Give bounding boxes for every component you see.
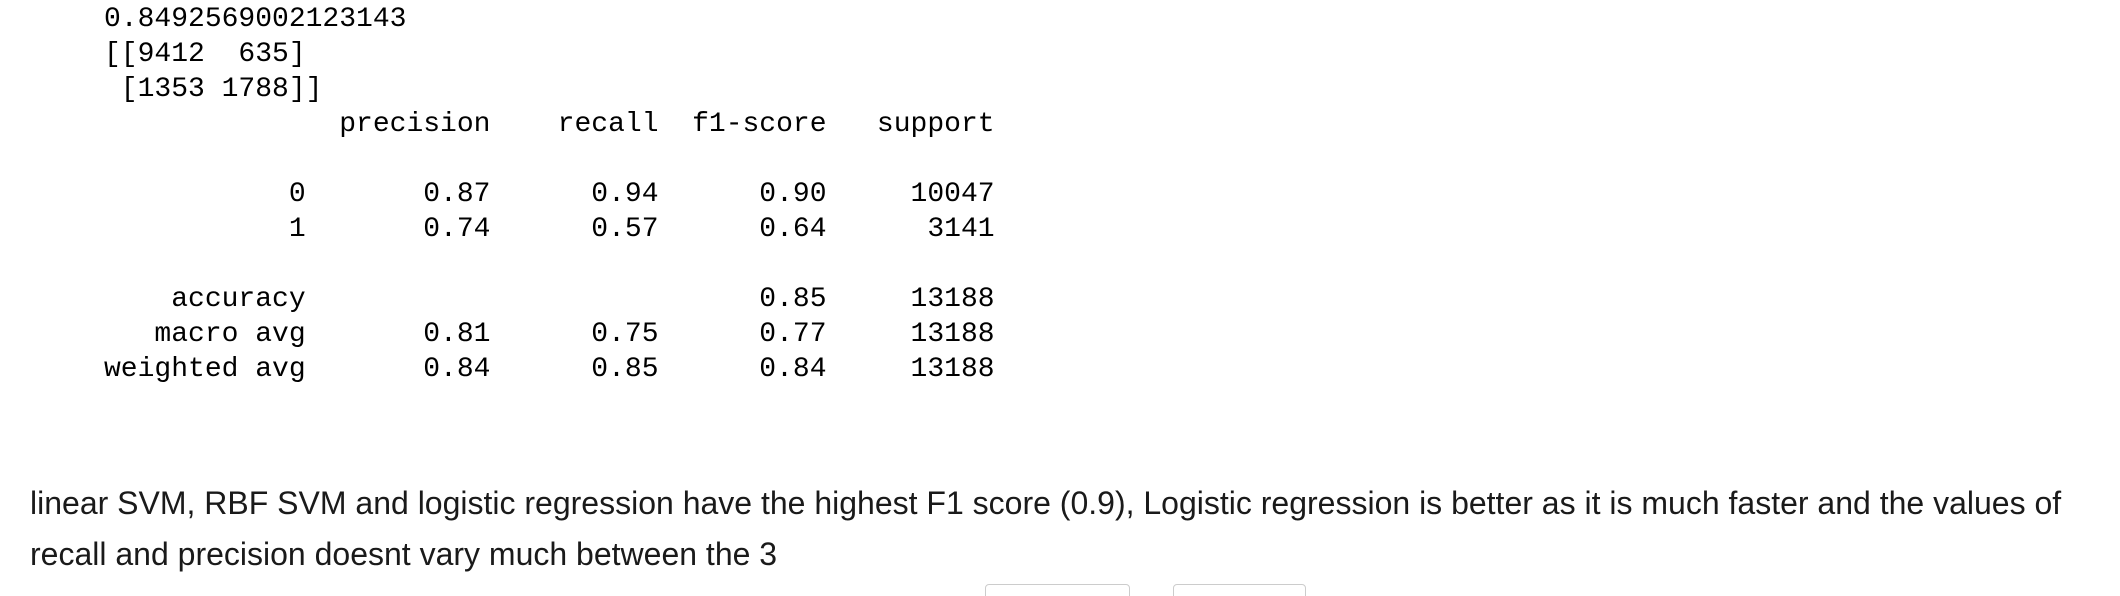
markdown-paragraph: linear SVM, RBF SVM and logistic regress… [30, 485, 2062, 572]
output-line-class-0: 0 0.87 0.94 0.90 10047 [104, 179, 995, 210]
partial-button-left[interactable] [985, 584, 1130, 596]
cell-output: 0.8492569002123143 [[9412 635] [1353 1788… [104, 2, 995, 387]
output-line-weighted-avg: weighted avg 0.84 0.85 0.84 13188 [104, 354, 995, 385]
output-line-accuracy-score: 0.8492569002123143 [104, 4, 407, 35]
output-line-accuracy: accuracy 0.85 13188 [104, 284, 995, 315]
output-line-macro-avg: macro avg 0.81 0.75 0.77 13188 [104, 319, 995, 350]
markdown-cell: linear SVM, RBF SVM and logistic regress… [30, 478, 2090, 580]
output-line-confusion-row-2: [1353 1788]] [104, 74, 323, 105]
notebook-page: 0.8492569002123143 [[9412 635] [1353 1788… [0, 0, 2120, 596]
output-line-confusion-row-1: [[9412 635] [104, 39, 306, 70]
output-line-report-header: precision recall f1-score support [104, 109, 995, 140]
partial-button-right[interactable] [1173, 584, 1306, 596]
output-line-blank [104, 142, 995, 177]
output-line-class-1: 1 0.74 0.57 0.64 3141 [104, 214, 995, 245]
output-line-blank [104, 247, 995, 282]
